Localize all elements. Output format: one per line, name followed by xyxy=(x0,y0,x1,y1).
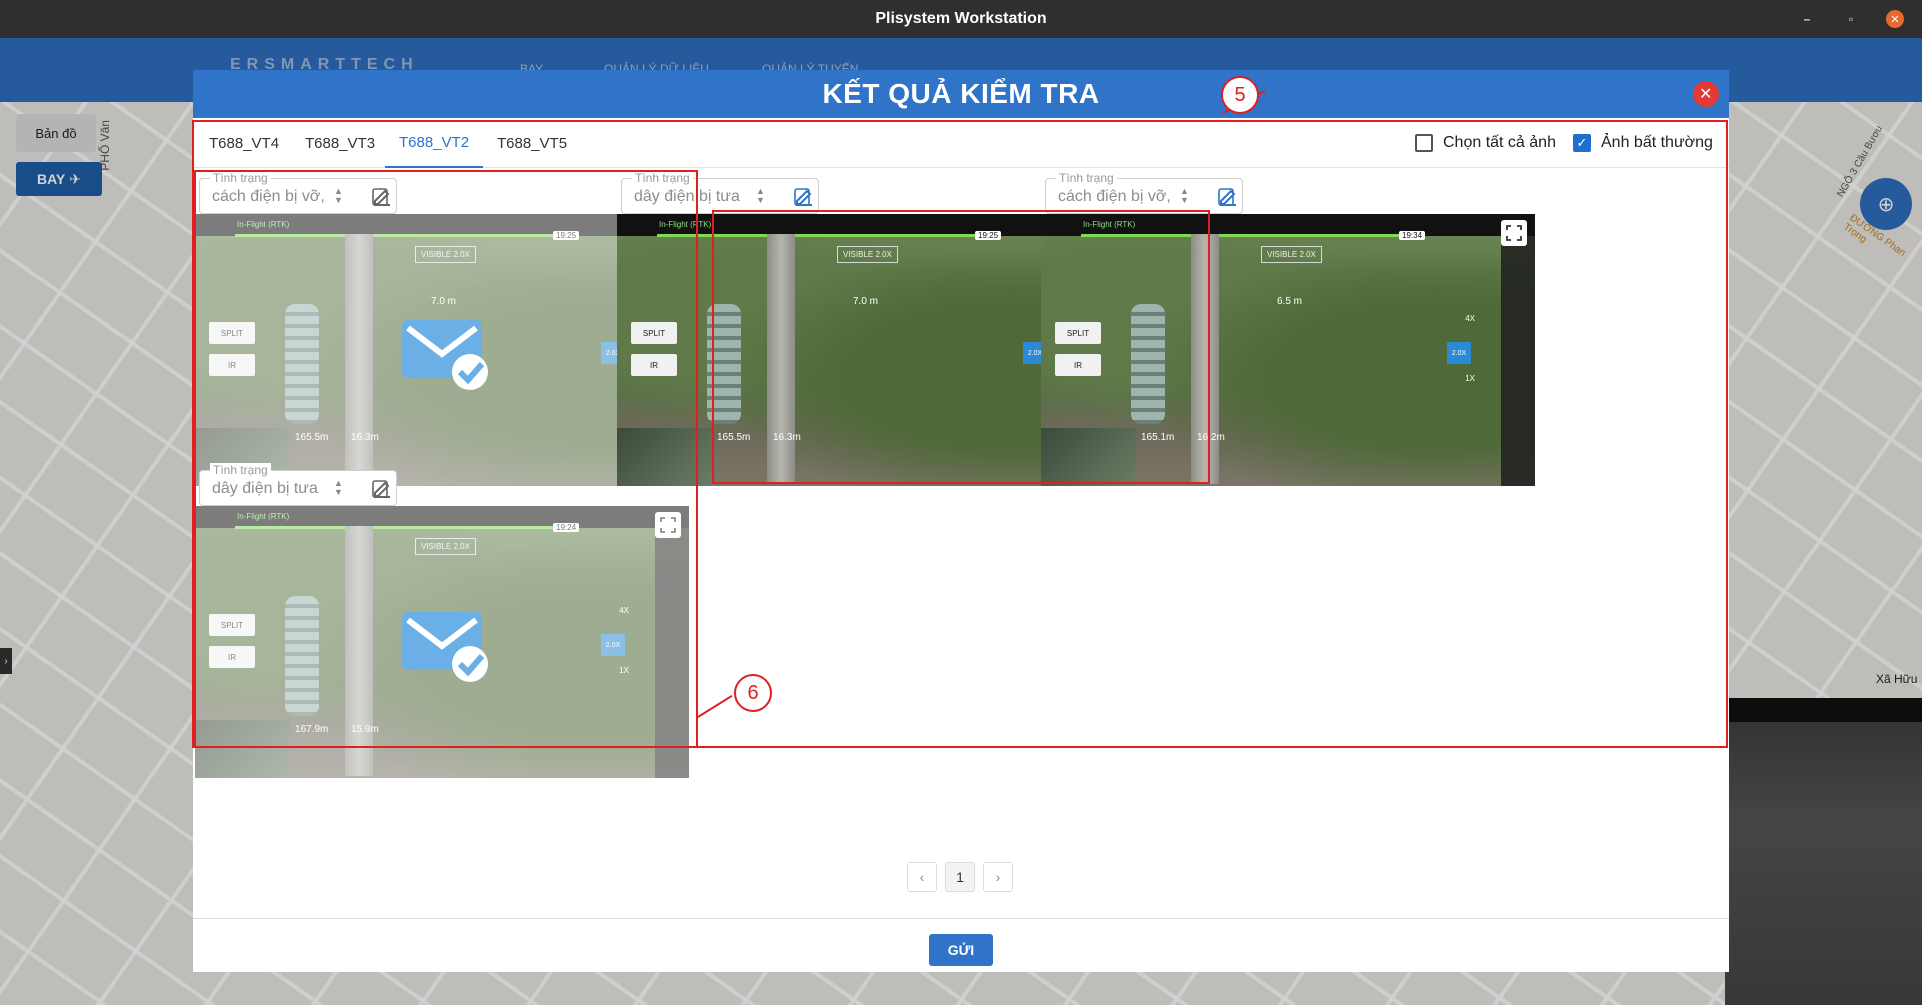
callout-5: 5 xyxy=(1221,76,1259,114)
minimize-icon[interactable]: – xyxy=(1798,10,1816,28)
maximize-icon[interactable]: ▫ xyxy=(1842,10,1860,28)
modal-close-icon[interactable]: ✕ xyxy=(1693,81,1719,107)
modal-header: KẾT QUẢ KIỂM TRA ✕ xyxy=(193,70,1729,118)
page-1-button[interactable]: 1 xyxy=(945,862,975,892)
annotation-frame-6 xyxy=(194,170,698,748)
annotation-frame-card-2 xyxy=(712,210,1210,484)
callout-6: 6 xyxy=(734,674,772,712)
window-titlebar: Plisystem Workstation – ▫ ✕ xyxy=(0,0,1922,38)
inspection-result-modal: KẾT QUẢ KIỂM TRA ✕ T688_VT4 T688_VT3 T68… xyxy=(192,70,1729,972)
pagination: ‹ 1 › xyxy=(907,862,1013,892)
prev-page-button[interactable]: ‹ xyxy=(907,862,937,892)
window-title: Plisystem Workstation xyxy=(875,10,1047,27)
modal-title: KẾT QUẢ KIỂM TRA xyxy=(822,78,1100,109)
send-button[interactable]: GỬI xyxy=(929,934,993,966)
next-page-button[interactable]: › xyxy=(983,862,1013,892)
window-close-icon[interactable]: ✕ xyxy=(1886,10,1904,28)
